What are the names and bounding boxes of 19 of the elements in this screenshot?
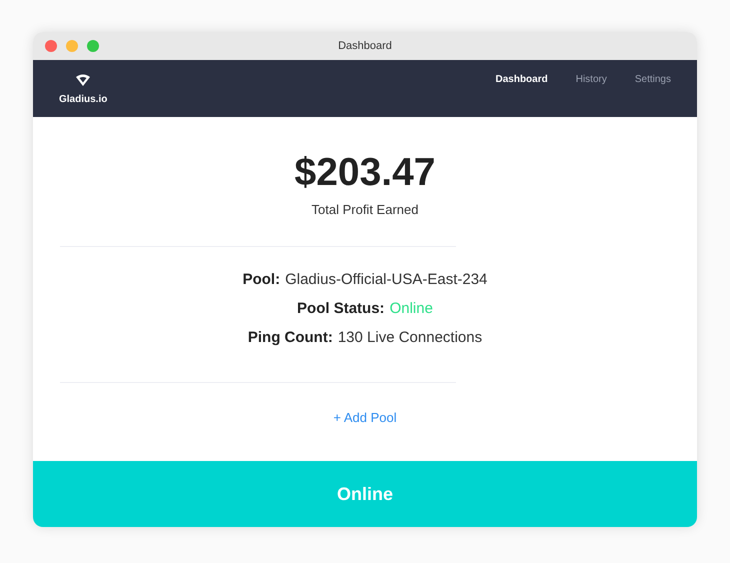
add-pool-link[interactable]: + Add Pool xyxy=(333,408,397,427)
status-label: Online xyxy=(336,482,393,506)
close-button[interactable] xyxy=(45,40,57,52)
detail-label: Pool Status: xyxy=(297,298,385,318)
minimize-button[interactable] xyxy=(66,40,78,52)
detail-value: 130 Live Connections xyxy=(338,328,482,348)
nav-tab[interactable]: History xyxy=(576,72,607,87)
nav-tab[interactable]: Dashboard xyxy=(496,72,548,87)
window-title: Dashboard xyxy=(338,38,392,54)
status-value: Online xyxy=(390,298,433,318)
nav-tab[interactable]: Settings xyxy=(634,72,671,87)
detail-value: Gladius-Official-USA-East-234 xyxy=(285,270,488,290)
profit-caption: Total Profit Earned xyxy=(312,201,418,219)
detail-label: Ping Count: xyxy=(248,328,333,348)
detail-label: Pool: xyxy=(242,270,280,290)
logo-icon xyxy=(75,73,92,87)
zoom-button[interactable] xyxy=(87,40,99,52)
brand-name: Gladius.io xyxy=(59,93,108,107)
profit-amount: $203.47 xyxy=(294,153,436,192)
